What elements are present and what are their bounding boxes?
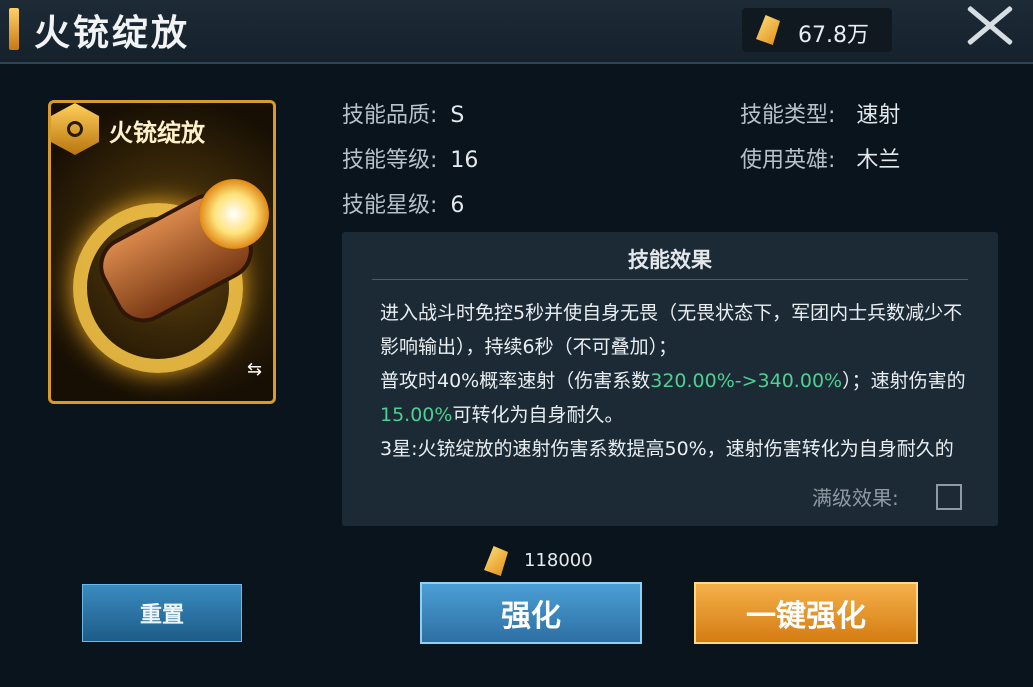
info-quality-label: 技能品质: bbox=[342, 103, 438, 128]
info-star: 技能星级: 6 bbox=[342, 187, 464, 219]
currency-display: 67.8万 bbox=[742, 8, 892, 52]
info-star-value: 6 bbox=[450, 193, 465, 218]
info-level-value: 16 bbox=[450, 148, 479, 173]
effect-description[interactable]: 进入战斗时免控5秒并使自身无畏（无畏状态下，军团内士兵数减少不影响输出），持续6… bbox=[380, 296, 970, 472]
max-level-checkbox[interactable] bbox=[936, 484, 962, 510]
effect-paragraph-2: 普攻时40%概率速射（伤害系数320.00%->340.00%）；速射伤害的15… bbox=[380, 370, 966, 426]
cannon-muzzle-art bbox=[199, 179, 269, 249]
currency-value: 67.8万 bbox=[798, 23, 869, 48]
info-hero: 使用英雄: 木兰 bbox=[740, 142, 900, 174]
skill-effect-panel: 技能效果 进入战斗时免控5秒并使自身无畏（无畏状态下，军团内士兵数减少不影响输出… bbox=[342, 232, 998, 526]
max-level-label: 满级效果: bbox=[812, 486, 899, 510]
effect-paragraph-3: 3星:火铳绽放的速射伤害系数提高50%，速射伤害转化为自身耐久的比例提高5% bbox=[380, 438, 954, 460]
info-type-value: 速射 bbox=[856, 103, 901, 128]
info-quality-value: S bbox=[450, 103, 465, 128]
title-accent-bar bbox=[9, 8, 19, 50]
info-level: 技能等级: 16 bbox=[342, 142, 478, 174]
effect-paragraph-1: 进入战斗时免控5秒并使自身无畏（无畏状态下，军团内士兵数减少不影响输出），持续6… bbox=[380, 302, 963, 358]
info-type-label: 技能类型: bbox=[740, 103, 836, 128]
highlight-percent: 15.00% bbox=[380, 404, 453, 426]
gold-crystal-icon bbox=[756, 15, 780, 45]
title-bar: 火铳绽放 67.8万 bbox=[0, 0, 1033, 64]
upgrade-button[interactable]: 强化 bbox=[420, 582, 642, 644]
info-star-label: 技能星级: bbox=[342, 193, 438, 218]
cost-value: 118000 bbox=[524, 550, 593, 571]
page-title: 火铳绽放 bbox=[34, 12, 191, 54]
info-level-label: 技能等级: bbox=[342, 148, 438, 173]
divider bbox=[372, 279, 968, 280]
card-title: 火铳绽放 bbox=[109, 118, 205, 147]
highlight-coefficient: 320.00%->340.00% bbox=[650, 370, 843, 392]
info-quality: 技能品质: S bbox=[342, 97, 464, 129]
effect-title: 技能效果 bbox=[628, 247, 712, 272]
info-hero-value: 木兰 bbox=[856, 148, 901, 173]
close-button[interactable] bbox=[962, 0, 1018, 50]
skill-type-badge-icon bbox=[51, 103, 99, 155]
gold-crystal-icon bbox=[484, 546, 508, 576]
info-hero-label: 使用英雄: bbox=[740, 148, 836, 173]
swap-arrows-icon: ⇆ bbox=[247, 359, 263, 380]
one-click-upgrade-button[interactable]: 一键强化 bbox=[694, 582, 918, 644]
skill-card: 火铳绽放 ⇆ bbox=[48, 100, 276, 404]
info-type: 技能类型: 速射 bbox=[740, 97, 900, 129]
reset-button[interactable]: 重置 bbox=[82, 584, 242, 642]
